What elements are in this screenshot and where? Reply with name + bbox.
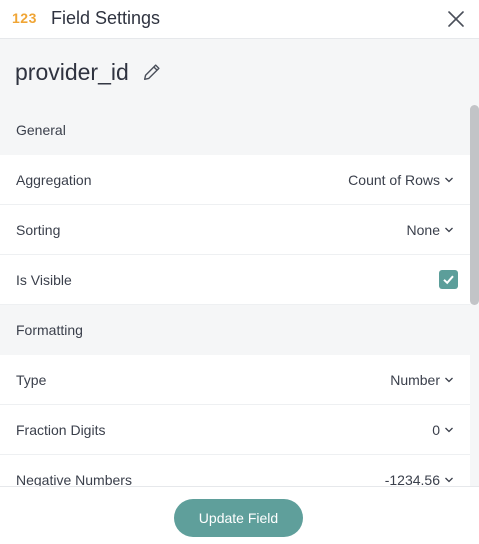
aggregation-select[interactable]: Count of Rows <box>348 172 454 188</box>
row-label: Is Visible <box>16 271 72 288</box>
scrollbar-thumb[interactable] <box>470 105 479 305</box>
chevron-down-icon <box>445 377 453 382</box>
row-label: Aggregation <box>16 171 92 188</box>
select-value: 0 <box>432 421 440 438</box>
select-value: Count of Rows <box>348 171 440 188</box>
chevron-down-icon <box>445 427 453 432</box>
row-label: Negative Numbers <box>16 471 132 487</box>
settings-scroll-area[interactable]: provider_id General Aggregation Count of… <box>0 39 479 486</box>
fraction-digits-select[interactable]: 0 <box>432 422 454 438</box>
chevron-down-icon <box>445 177 453 182</box>
row-type: Type Number <box>0 355 470 405</box>
row-label: Fraction Digits <box>16 421 106 438</box>
row-aggregation: Aggregation Count of Rows <box>0 155 470 205</box>
row-is-visible: Is Visible <box>0 255 470 305</box>
section-label: General <box>16 122 66 138</box>
row-sorting: Sorting None <box>0 205 470 255</box>
negative-numbers-select[interactable]: -1234.56 <box>384 471 454 487</box>
section-label: Formatting <box>16 322 83 338</box>
close-icon[interactable] <box>444 7 468 31</box>
type-select[interactable]: Number <box>390 372 454 388</box>
select-value: -1234.56 <box>384 471 440 487</box>
checkmark-icon <box>443 275 454 285</box>
chevron-down-icon <box>445 227 453 232</box>
field-name: provider_id <box>15 58 129 85</box>
field-name-block: provider_id <box>15 57 163 87</box>
number-type-badge: 123 <box>12 10 37 26</box>
section-header-general: General <box>0 105 470 155</box>
select-value: Number <box>390 371 440 388</box>
field-settings-panel: 123 Field Settings provider_id General A… <box>0 0 479 544</box>
row-label: Sorting <box>16 221 61 238</box>
row-negative-numbers: Negative Numbers -1234.56 <box>0 455 470 486</box>
section-header-formatting: Formatting <box>0 305 470 355</box>
panel-header: 123 Field Settings <box>0 0 479 39</box>
select-value: None <box>406 221 440 238</box>
row-fraction-digits: Fraction Digits 0 <box>0 405 470 455</box>
update-field-button[interactable]: Update Field <box>174 499 303 537</box>
pencil-icon[interactable] <box>141 61 163 83</box>
sorting-select[interactable]: None <box>407 222 454 238</box>
row-label: Type <box>16 371 47 388</box>
chevron-down-icon <box>445 477 453 482</box>
panel-footer: Update Field <box>0 486 479 544</box>
panel-title: Field Settings <box>51 8 161 28</box>
is-visible-checkbox[interactable] <box>439 270 458 289</box>
